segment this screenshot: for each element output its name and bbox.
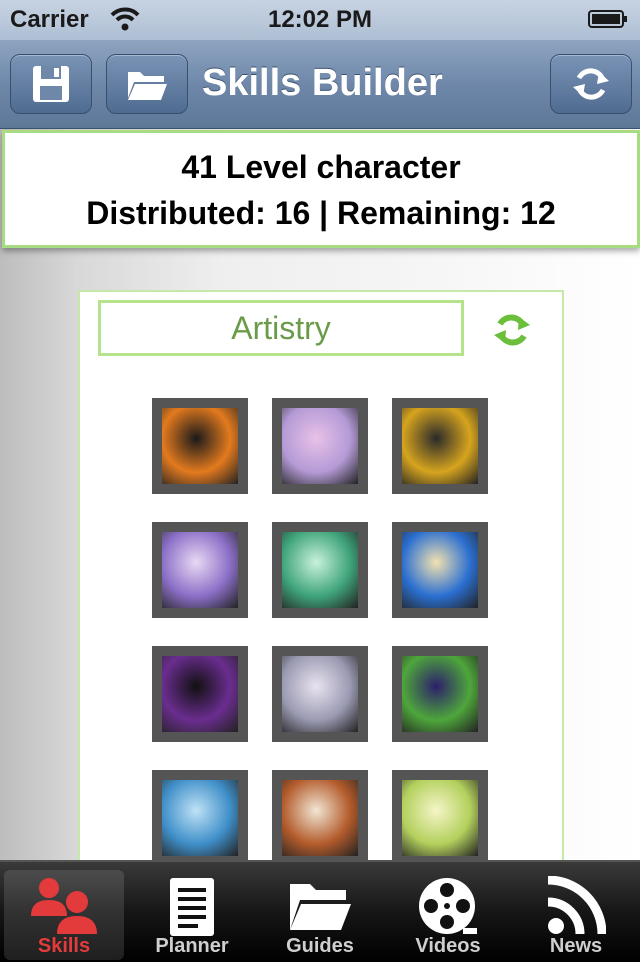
- skill-shield-slot[interactable]: [152, 398, 248, 494]
- folder-icon: [128, 72, 167, 100]
- skill-tree-panel: Artistry: [78, 290, 564, 874]
- tab-news[interactable]: News: [516, 870, 636, 960]
- clock: 12:02 PM: [267, 6, 373, 33]
- tab-planner[interactable]: Planner: [132, 870, 252, 960]
- skill-horn-icon: [402, 780, 478, 856]
- tab-bar: Skills Planner Guides Videos News: [0, 860, 640, 962]
- tab-label: Guides: [286, 935, 354, 957]
- skill-green-melody[interactable]: [272, 522, 368, 618]
- skill-sword-notes-icon: [282, 656, 358, 732]
- battery-icon: [588, 10, 627, 28]
- skill-music-notes-icon: [282, 408, 358, 484]
- navigation-bar: Skills Builder: [0, 40, 640, 129]
- skill-tree-name[interactable]: Artistry: [98, 300, 464, 356]
- skill-points-summary: Distributed: 16 | Remaining: 12: [86, 195, 556, 231]
- skill-music-notes[interactable]: [272, 398, 368, 494]
- skill-golden-notes[interactable]: [392, 398, 488, 494]
- open-button[interactable]: [106, 54, 188, 114]
- refresh-icon: [573, 68, 609, 100]
- skill-horn[interactable]: [392, 770, 488, 866]
- tab-label: Planner: [155, 935, 229, 957]
- tab-label: Skills: [37, 935, 91, 957]
- skill-roaring-lion[interactable]: [272, 770, 368, 866]
- save-icon: [33, 66, 69, 102]
- tab-guides[interactable]: Guides: [260, 870, 380, 960]
- reset-icon[interactable]: [492, 310, 532, 350]
- skill-aurora-clef-icon: [402, 656, 478, 732]
- tab-videos[interactable]: Videos: [388, 870, 508, 960]
- skill-lyre-icon: [162, 780, 238, 856]
- save-button[interactable]: [10, 54, 92, 114]
- refresh-button[interactable]: [550, 54, 632, 114]
- skill-aurora-clef[interactable]: [392, 646, 488, 742]
- film-reel-icon: [419, 878, 477, 934]
- skill-screaming-face[interactable]: [152, 522, 248, 618]
- skill-lyre[interactable]: [152, 770, 248, 866]
- page-title: Skills Builder: [202, 62, 443, 104]
- people-icon: [31, 878, 97, 934]
- skill-green-melody-icon: [282, 532, 358, 608]
- skill-screaming-face-icon: [162, 532, 238, 608]
- skill-shield-slot-icon: [162, 408, 238, 484]
- document-icon: [170, 878, 214, 936]
- tab-skills[interactable]: Skills: [4, 870, 124, 960]
- status-bar: Carrier 12:02 PM: [0, 0, 640, 40]
- tab-label: News: [549, 935, 603, 957]
- skill-blue-wave-icon: [402, 532, 478, 608]
- skill-sword-notes[interactable]: [272, 646, 368, 742]
- character-summary: 41 Level character Distributed: 16 | Rem…: [2, 130, 640, 248]
- tab-label: Videos: [415, 935, 481, 957]
- skill-blue-wave[interactable]: [392, 522, 488, 618]
- skill-sleeping-eye-icon: [162, 656, 238, 732]
- skill-roaring-lion-icon: [282, 780, 358, 856]
- skill-sleeping-eye[interactable]: [152, 646, 248, 742]
- folder-icon: [290, 884, 351, 930]
- rss-icon: [547, 876, 606, 935]
- skill-golden-notes-icon: [402, 408, 478, 484]
- character-level: 41 Level character: [181, 149, 461, 185]
